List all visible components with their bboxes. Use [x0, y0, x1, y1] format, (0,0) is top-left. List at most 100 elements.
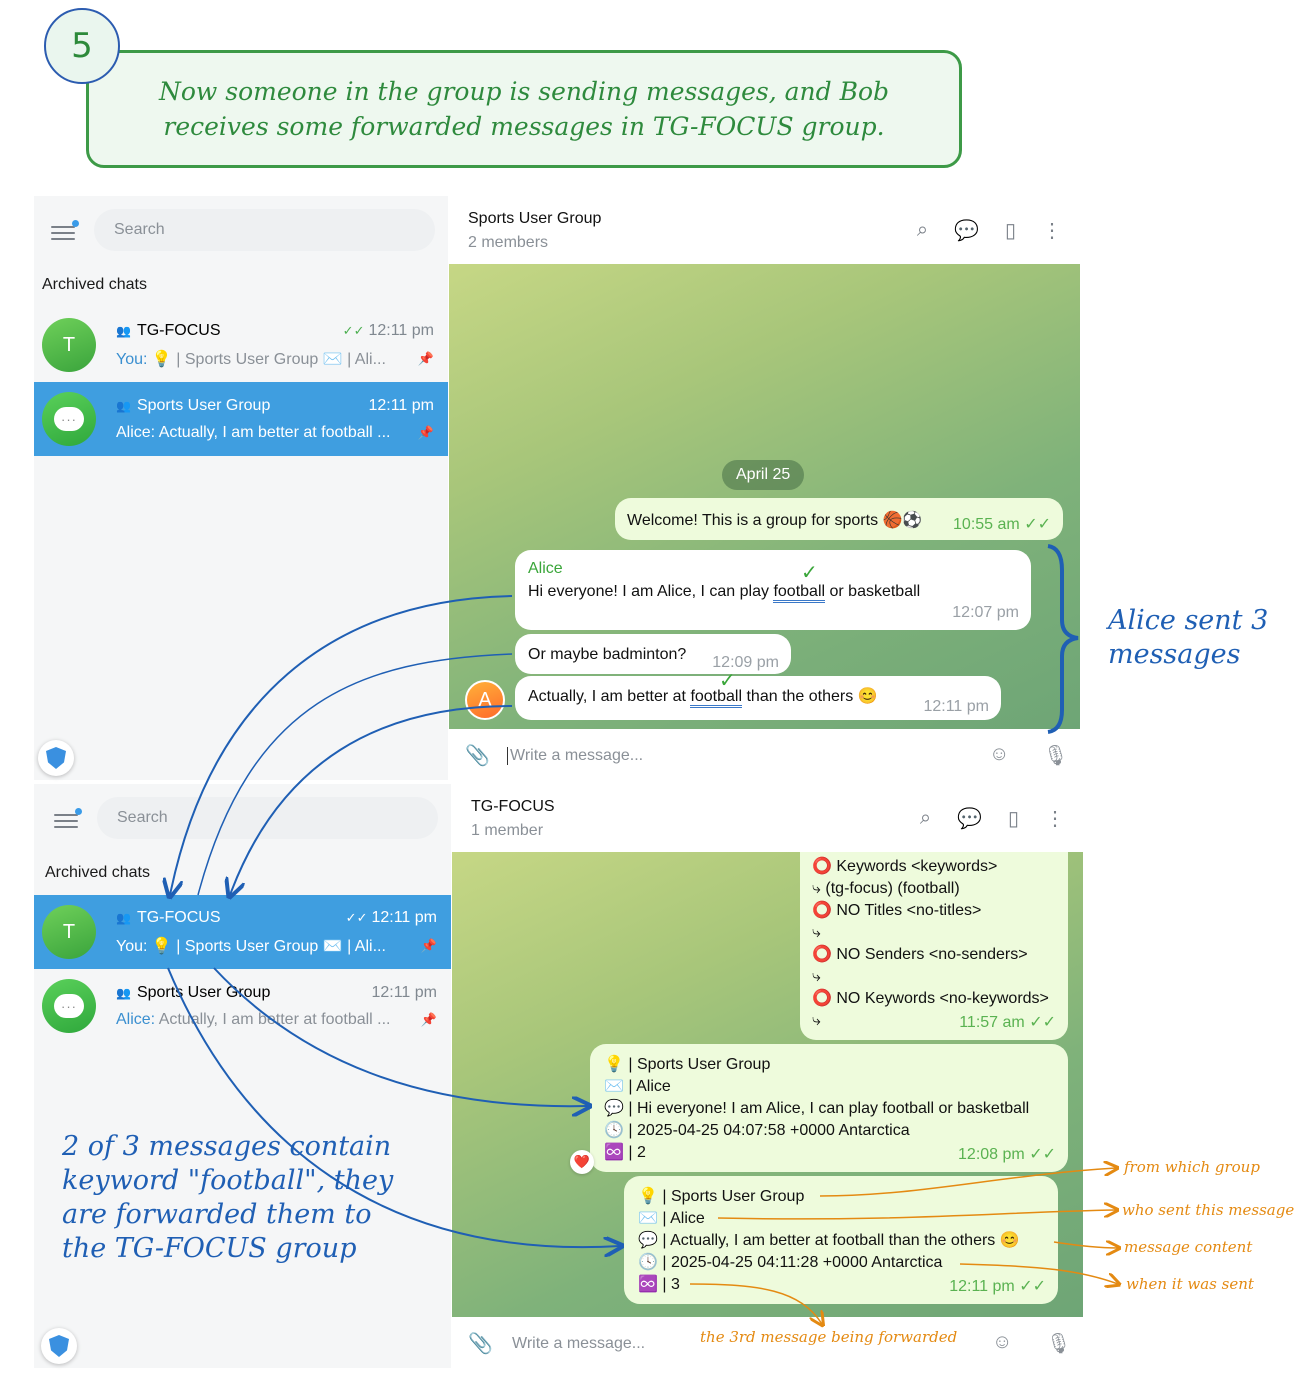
annotation-from-which-group: from which group: [1124, 1158, 1260, 1176]
double-check-icon: ✓✓: [1029, 1014, 1056, 1031]
date-pill: April 25: [722, 460, 805, 490]
avatar: T: [42, 905, 96, 959]
chat-preview-sender: You:: [116, 350, 148, 368]
bottom-chat-list-panel: Search Archived chats T 👥 TG-FOCUS ✓✓ 12:1…: [34, 784, 451, 1368]
pin-icon: 📌: [420, 1011, 437, 1027]
archived-chats-label: Archived chats: [42, 276, 147, 293]
voice-chat-icon[interactable]: 💬: [957, 806, 982, 831]
chat-title: Sports User Group: [136, 396, 271, 414]
step-caption: Now someone in the group is sending mess…: [158, 77, 890, 141]
double-check-icon: ✓✓: [1029, 1146, 1056, 1163]
chat-time: 12:11 pm: [371, 908, 437, 926]
voice-chat-icon[interactable]: 💬: [954, 218, 979, 243]
message-welcome[interactable]: Welcome! This is a group for sports 🏀⚽ 1…: [615, 498, 1063, 540]
shield-icon[interactable]: [38, 740, 74, 776]
group-icon: 👥: [116, 985, 131, 1000]
search-input[interactable]: Search: [97, 797, 438, 839]
message-text: Welcome! This is a group for sports 🏀⚽: [627, 512, 923, 529]
sidebar-toggle-icon[interactable]: ▯: [1008, 806, 1019, 831]
message-input[interactable]: Write a message...: [512, 1335, 645, 1353]
message-alice-3[interactable]: ✓ Actually, I am better at football than…: [515, 670, 1001, 720]
avatar[interactable]: A: [465, 680, 505, 720]
attach-icon[interactable]: 📎: [468, 1331, 493, 1356]
group-icon: 👥: [116, 910, 131, 925]
chat-header-title: Sports User Group: [468, 210, 602, 227]
search-input[interactable]: Search: [94, 209, 435, 251]
keyword-highlight: football: [773, 583, 826, 603]
avatar: ···: [42, 392, 96, 446]
search-icon[interactable]: ⌕: [917, 219, 928, 242]
message-time: 11:57 am: [959, 1014, 1025, 1031]
annotation-when-sent: when it was sent: [1126, 1275, 1254, 1293]
double-check-icon: ✓✓: [345, 909, 368, 925]
chat-preview: Actually, I am better at football ...: [158, 1010, 391, 1028]
search-placeholder: Search: [117, 809, 168, 826]
menu-icon[interactable]: [54, 808, 82, 830]
annotation-message-content: message content: [1124, 1238, 1253, 1256]
chat-title: TG-FOCUS: [136, 908, 221, 926]
group-icon: 👥: [116, 323, 131, 338]
message-forward-1[interactable]: 💡 | Sports User Group ✉️ | Alice 💬 | Hi …: [590, 1044, 1068, 1172]
chat-preview: Alice: Actually, I am better at football…: [116, 423, 391, 441]
bottom-chat-wallpaper: ⭕ Keywords <keywords> ⤷ (tg-focus) (foot…: [452, 852, 1083, 1317]
message-text: Or maybe badminton?: [528, 646, 687, 663]
double-check-icon: ✓✓: [342, 322, 365, 338]
shield-icon[interactable]: [41, 1328, 77, 1364]
annotation-alice-sent: Alice sent 3 messages: [1108, 605, 1269, 670]
annotation-who-sent: who sent this message: [1122, 1201, 1295, 1219]
more-icon[interactable]: ⋮: [1042, 218, 1062, 243]
chat-header-title: TG-FOCUS: [471, 798, 555, 815]
message-time: 12:07 pm: [952, 604, 1019, 621]
step-number: 5: [44, 8, 120, 84]
config-lines: ⭕ Keywords <keywords> ⤷ (tg-focus) (foot…: [812, 858, 1049, 1029]
search-icon[interactable]: ⌕: [920, 807, 931, 830]
speech-bubble-icon: ···: [54, 407, 84, 431]
avatar: T: [42, 318, 96, 372]
message-text: Actually, I am better at football than t…: [528, 686, 878, 708]
top-chat-list-panel: Search Archived chats T 👥 TG-FOCUS ✓✓ 12:1…: [34, 196, 448, 780]
message-forward-2[interactable]: 💡 | Sports User Group ✉️ | Alice 💬 | Act…: [624, 1176, 1058, 1304]
emoji-icon[interactable]: ☺: [992, 1331, 1012, 1354]
top-composer: 📎 Write a message... ☺ 🎙: [449, 729, 1080, 783]
pin-icon: 📌: [417, 424, 434, 440]
avatar: ···: [42, 979, 96, 1033]
chat-time: 12:11 pm: [368, 396, 434, 414]
pin-icon: 📌: [417, 350, 434, 366]
chat-header-subtitle: 1 member: [471, 822, 544, 839]
chat-item-tg-focus[interactable]: T 👥 TG-FOCUS ✓✓ 12:11 pm You: 💡 | Sports U…: [34, 308, 448, 382]
sidebar-toggle-icon[interactable]: ▯: [1005, 218, 1016, 243]
message-alice-1[interactable]: Alice ✓ Hi everyone! I am Alice, I can p…: [515, 550, 1031, 630]
heart-reaction-icon[interactable]: ❤️: [570, 1150, 594, 1174]
message-time: 12:11 pm: [949, 1278, 1015, 1295]
message-alice-2[interactable]: Or maybe badminton? 12:09 pm: [515, 634, 791, 674]
chat-header-subtitle: 2 members: [468, 234, 549, 251]
chat-item-sports-user-group[interactable]: ··· 👥 Sports User Group 12:11 pm Alice: A…: [34, 382, 448, 456]
chat-preview: 💡 | Sports User Group ✉️ | Ali...: [151, 350, 386, 368]
double-check-icon: ✓✓: [1019, 1278, 1046, 1295]
top-chat-header: Sports User Group 2 members ⌕ 💬 ▯ ⋮: [449, 196, 1080, 264]
attach-icon[interactable]: 📎: [465, 743, 490, 768]
microphone-icon[interactable]: 🎙: [1043, 743, 1068, 768]
bottom-chat-header: TG-FOCUS 1 member ⌕ 💬 ▯ ⋮: [452, 784, 1083, 852]
annotation-keyword-note: 2 of 3 messages contain keyword "footbal…: [62, 1131, 394, 1264]
group-icon: 👥: [116, 398, 131, 413]
message-config[interactable]: ⭕ Keywords <keywords> ⤷ (tg-focus) (foot…: [800, 852, 1068, 1040]
menu-icon[interactable]: [51, 220, 79, 242]
pin-icon: 📌: [420, 937, 437, 953]
speech-bubble-icon: ···: [54, 994, 84, 1018]
chat-item-tg-focus[interactable]: T 👥 TG-FOCUS ✓✓ 12:11 pm You: 💡 | Sports U…: [34, 895, 451, 969]
chat-time: 12:11 pm: [371, 983, 437, 1001]
microphone-icon[interactable]: 🎙: [1046, 1331, 1071, 1356]
chat-time: 12:11 pm: [368, 321, 434, 339]
more-icon[interactable]: ⋮: [1045, 806, 1065, 831]
chat-preview: 💡 | Sports User Group ✉️ | Ali...: [151, 937, 386, 955]
emoji-icon[interactable]: ☺: [989, 743, 1009, 766]
archived-chats-label: Archived chats: [45, 864, 150, 881]
message-input[interactable]: Write a message...: [507, 747, 643, 765]
chat-item-sports-user-group[interactable]: ··· 👥 Sports User Group 12:11 pm Alice: A…: [34, 969, 451, 1043]
message-time: 12:11 pm: [923, 698, 989, 715]
annotation-third-forwarded: the 3rd message being forwarded: [700, 1328, 958, 1346]
chat-title: Sports User Group: [136, 983, 271, 1001]
step-caption-box: Now someone in the group is sending mess…: [86, 50, 962, 168]
message-time: 12:08 pm: [958, 1146, 1025, 1163]
